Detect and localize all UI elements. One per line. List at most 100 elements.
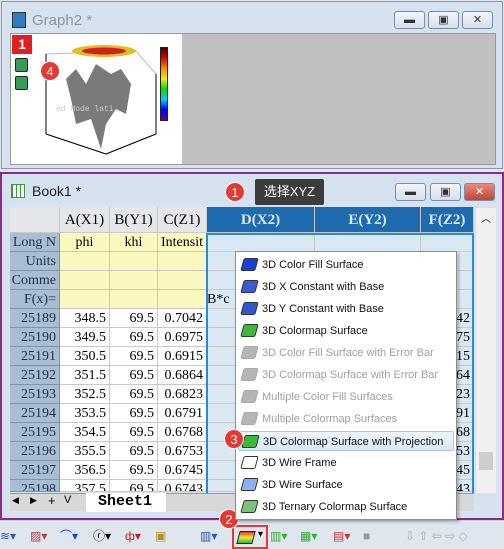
- row-header[interactable]: 25189: [10, 309, 60, 328]
- cell-c[interactable]: 0.6915: [158, 347, 207, 366]
- menu-item-3d-wire-frame[interactable]: 3D Wire Frame: [238, 453, 454, 473]
- meta-cell[interactable]: [207, 233, 315, 252]
- corner-cell[interactable]: [10, 207, 60, 233]
- restore-button[interactable]: ▣: [428, 11, 459, 29]
- stock-plot-icon[interactable]: ф▾: [125, 527, 141, 545]
- column-header[interactable]: C(Z1): [158, 207, 207, 233]
- cell-b[interactable]: 69.5: [110, 423, 158, 442]
- 3d-wall-icon[interactable]: ▥▾: [270, 527, 287, 545]
- minimize-button[interactable]: ▬: [395, 183, 426, 201]
- cell-c[interactable]: 0.6791: [158, 404, 207, 423]
- menu-item-3d-color-fill-surface[interactable]: 3D Color Fill Surface: [238, 255, 454, 275]
- cell-c[interactable]: 0.6864: [158, 366, 207, 385]
- contour-plot-icon[interactable]: ≋▾: [0, 527, 16, 545]
- scroll-up-arrow[interactable]: ︿: [481, 210, 491, 225]
- menu-item-3d-colormap-surface-with-error-bar[interactable]: 3D Colormap Surface with Error Bar: [238, 365, 454, 385]
- 3d-surface-button[interactable]: ▾: [232, 525, 268, 549]
- meta-cell[interactable]: [110, 252, 158, 271]
- row-header[interactable]: 25192: [10, 366, 60, 385]
- meta-cell[interactable]: [110, 271, 158, 290]
- cell-c[interactable]: 0.6823: [158, 385, 207, 404]
- graph-canvas[interactable]: 1 ed Mode lati: [10, 33, 496, 165]
- menu-item-3d-colormap-surface[interactable]: 3D Colormap Surface: [238, 321, 454, 341]
- meta-cell[interactable]: [315, 233, 421, 252]
- cell-b[interactable]: 69.5: [110, 442, 158, 461]
- close-button[interactable]: ✕: [462, 11, 493, 29]
- cell-a[interactable]: 348.5: [60, 309, 110, 328]
- cell-a[interactable]: 350.5: [60, 347, 110, 366]
- meta-cell[interactable]: khi: [110, 233, 158, 252]
- cell-a[interactable]: 356.5: [60, 461, 110, 480]
- image-plot-icon[interactable]: ▨▾: [30, 527, 47, 545]
- graph-thumbnail[interactable]: 1 ed Mode lati: [11, 34, 182, 164]
- menu-item-3d-wire-surface[interactable]: 3D Wire Surface: [238, 475, 454, 495]
- meta-cell[interactable]: [158, 290, 207, 309]
- blank-plot-icon[interactable]: ■: [363, 527, 370, 545]
- meta-cell[interactable]: [158, 271, 207, 290]
- cell-b[interactable]: 69.5: [110, 461, 158, 480]
- column-header[interactable]: B(Y1): [110, 207, 158, 233]
- close-button[interactable]: ✕: [464, 183, 495, 201]
- sheet-list-button[interactable]: V: [64, 494, 71, 506]
- cell-b[interactable]: 69.5: [110, 385, 158, 404]
- add-sheet-button[interactable]: +: [48, 493, 56, 508]
- rotate-icons[interactable]: ⇩ ⇧ ⇦ ⇨ ◇: [405, 527, 468, 545]
- template-icon[interactable]: ▣: [155, 527, 166, 545]
- meta-cell[interactable]: [158, 252, 207, 271]
- cell-b[interactable]: 69.5: [110, 309, 158, 328]
- first-sheet-button[interactable]: ◀: [12, 495, 19, 506]
- cell-b[interactable]: 69.5: [110, 366, 158, 385]
- column-header[interactable]: A(X1): [60, 207, 110, 233]
- layer-number[interactable]: 1: [12, 35, 32, 54]
- 3d-bar-icon[interactable]: ▥▾: [200, 527, 217, 545]
- menu-item-3d-x-constant-with-base[interactable]: 3D X Constant with Base: [238, 277, 454, 297]
- cell-b[interactable]: 69.5: [110, 328, 158, 347]
- row-header[interactable]: 25196: [10, 442, 60, 461]
- row-label[interactable]: Units: [10, 252, 60, 271]
- scroll-thumb[interactable]: [479, 452, 493, 470]
- cell-c[interactable]: 0.6975: [158, 328, 207, 347]
- cell-a[interactable]: 352.5: [60, 385, 110, 404]
- meta-cell[interactable]: Intensit: [158, 233, 207, 252]
- cell-a[interactable]: 351.5: [60, 366, 110, 385]
- meta-cell[interactable]: [110, 290, 158, 309]
- graph-window[interactable]: Graph2 * ▬ ▣ ✕ 1 ed Mode lati: [1, 1, 503, 169]
- restore-button[interactable]: ▣: [430, 183, 461, 201]
- menu-item-3d-color-fill-surface-with-error-bar[interactable]: 3D Color Fill Surface with Error Bar: [238, 343, 454, 363]
- next-sheet-button[interactable]: ▶: [30, 495, 37, 506]
- row-header[interactable]: 25194: [10, 404, 60, 423]
- cell-a[interactable]: 349.5: [60, 328, 110, 347]
- meta-cell[interactable]: [60, 290, 110, 309]
- cell-a[interactable]: 355.5: [60, 442, 110, 461]
- row-header[interactable]: 25193: [10, 385, 60, 404]
- cell-c[interactable]: 0.6743: [158, 480, 207, 492]
- meta-cell[interactable]: [60, 252, 110, 271]
- cell-c[interactable]: 0.6753: [158, 442, 207, 461]
- menu-item-3d-ternary-colormap-surface[interactable]: 3D Ternary Colormap Surface: [238, 497, 454, 517]
- minimize-button[interactable]: ▬: [394, 11, 425, 29]
- cell-c[interactable]: 0.6768: [158, 423, 207, 442]
- column-header[interactable]: E(Y2): [315, 207, 421, 233]
- heatmap-icon[interactable]: ▦▾: [300, 527, 317, 545]
- menu-item-3d-y-constant-with-base[interactable]: 3D Y Constant with Base: [238, 299, 454, 319]
- meta-cell[interactable]: [60, 271, 110, 290]
- surface-curve-icon[interactable]: ⌒▾: [60, 527, 78, 545]
- 3d-bar-chart-icon[interactable]: ▤▾: [333, 527, 350, 545]
- row-header[interactable]: 25190: [10, 328, 60, 347]
- cell-b[interactable]: 69.5: [110, 404, 158, 423]
- menu-item-multiple-color-fill-surfaces[interactable]: Multiple Color Fill Surfaces: [238, 387, 454, 407]
- cell-a[interactable]: 357.5: [60, 480, 110, 492]
- cell-a[interactable]: 354.5: [60, 423, 110, 442]
- row-header[interactable]: 25195: [10, 423, 60, 442]
- cell-b[interactable]: 69.5: [110, 347, 158, 366]
- meta-cell[interactable]: [421, 233, 474, 252]
- polar-plot-icon[interactable]: ⓡ▾: [93, 527, 111, 545]
- row-label[interactable]: F(x)=: [10, 290, 60, 309]
- menu-item-multiple-colormap-surfaces[interactable]: Multiple Colormap Surfaces: [238, 409, 454, 429]
- column-header[interactable]: D(X2): [207, 207, 315, 233]
- menu-item-3d-colormap-surface-with-projection[interactable]: 3D Colormap Surface with Projection: [238, 431, 454, 451]
- column-header[interactable]: F(Z2): [421, 207, 474, 233]
- cell-c[interactable]: 0.7042: [158, 309, 207, 328]
- cell-b[interactable]: 69.5: [110, 480, 158, 492]
- scrollbar-vertical[interactable]: ︿: [476, 208, 496, 493]
